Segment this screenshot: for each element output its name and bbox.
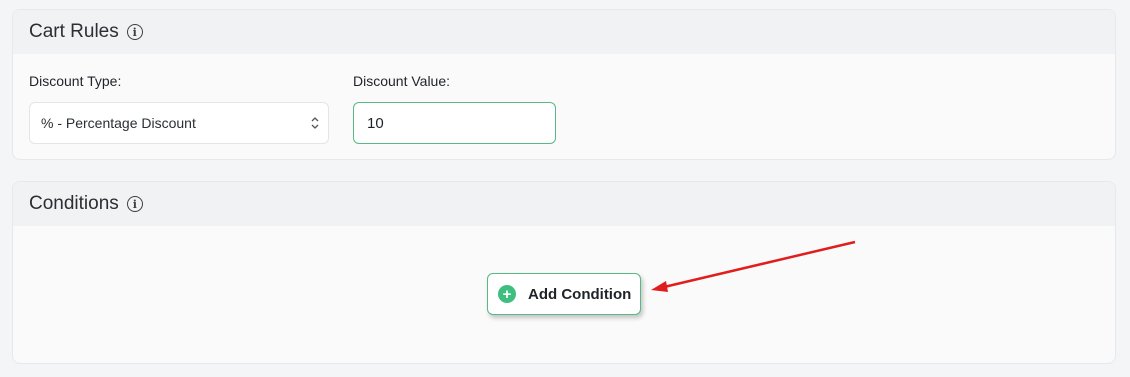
discount-type-value: % - Percentage Discount — [41, 115, 196, 131]
conditions-header: Conditions i — [13, 182, 1115, 226]
cart-rules-title: Cart Rules — [29, 21, 119, 42]
chevron-updown-icon — [311, 117, 319, 129]
plus-circle-icon: + — [498, 285, 516, 303]
discount-value-label: Discount Value: — [353, 73, 451, 89]
discount-type-select[interactable]: % - Percentage Discount — [29, 102, 329, 144]
discount-value-input[interactable]: 10 — [353, 102, 556, 144]
discount-value-text: 10 — [367, 114, 384, 132]
discount-type-label: Discount Type: — [29, 73, 122, 89]
add-condition-button[interactable]: + Add Condition — [487, 273, 641, 315]
conditions-panel: Conditions i + Add Condition — [12, 181, 1116, 364]
info-icon[interactable]: i — [126, 24, 143, 40]
cart-rules-panel: Cart Rules i Discount Type: % - Percenta… — [12, 9, 1116, 160]
info-icon[interactable]: i — [126, 196, 143, 212]
conditions-title: Conditions — [29, 193, 119, 214]
cart-rules-header: Cart Rules i — [13, 10, 1115, 54]
add-condition-label: Add Condition — [528, 285, 632, 303]
